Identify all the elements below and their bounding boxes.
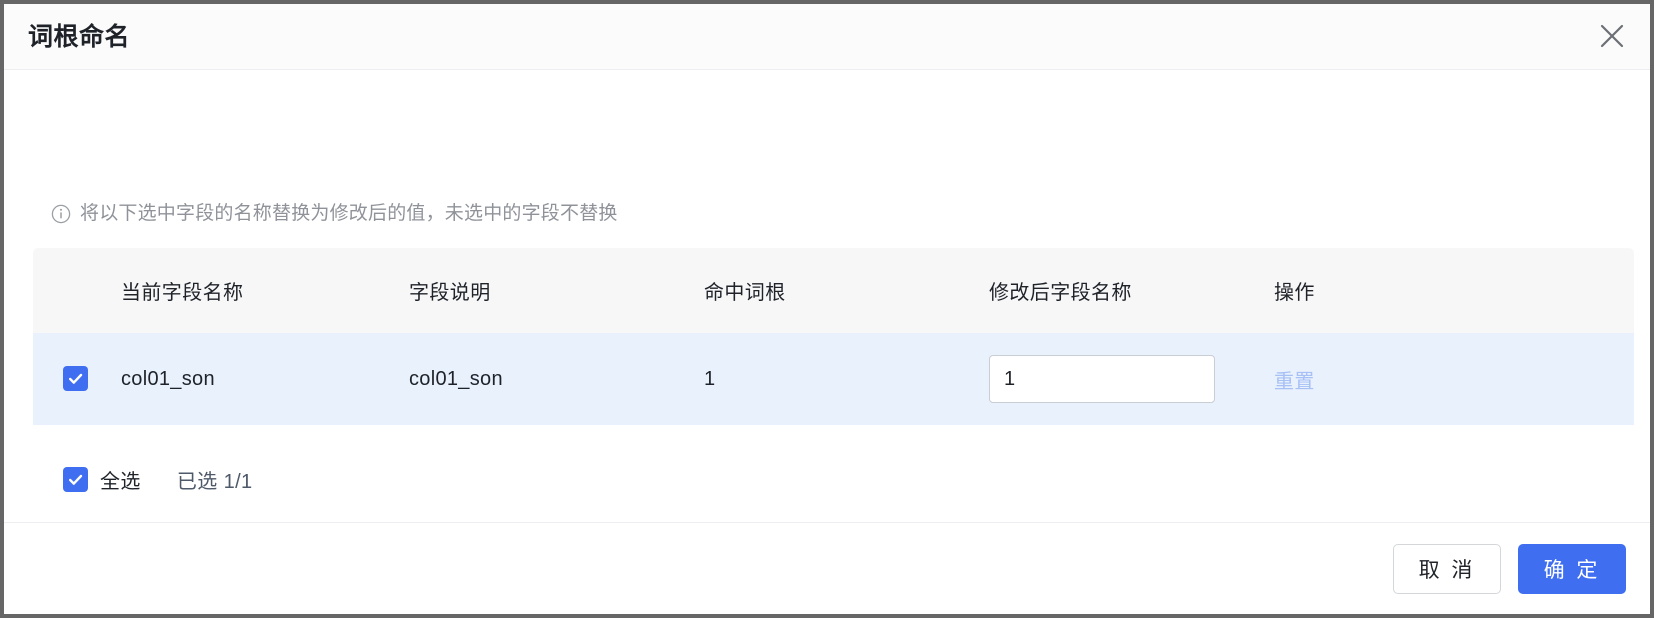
column-header-new-name: 修改后字段名称 [989, 282, 1132, 304]
row-checkbox-cell [33, 333, 121, 425]
select-all-label: 全选 [100, 470, 141, 493]
info-banner: 将以下选中字段的名称替换为修改后的值，未选中的字段不替换 [51, 202, 618, 226]
selected-count-label: 已选 1/1 [176, 470, 253, 493]
cell-new-name [989, 333, 1274, 425]
close-icon[interactable] [1592, 16, 1632, 56]
column-header-current-name: 当前字段名称 [121, 282, 244, 304]
column-header-checkbox [33, 248, 121, 333]
column-header-operation: 操作 [1274, 282, 1315, 304]
confirm-button[interactable]: 确 定 [1518, 543, 1626, 594]
dialog-footer: 取 消 确 定 [4, 522, 1650, 614]
word-root-naming-dialog: 词根命名 将以下选中字段的名称替换为修改后的值，未选中的字段不替换 当前字段名称… [4, 4, 1650, 614]
cell-description: col01_son [409, 367, 503, 390]
screenshot-root: 词根命名 将以下选中字段的名称替换为修改后的值，未选中的字段不替换 当前字段名称… [0, 0, 1654, 618]
table-row: col01_son col01_son 1 重置 [33, 333, 1634, 425]
cell-hit-root: 1 [704, 367, 716, 390]
cell-operation: 重置 [1274, 333, 1634, 425]
table-header-row: 当前字段名称 字段说明 命中词根 修改后字段名称 操作 [33, 248, 1634, 333]
cell-current-name: col01_son [121, 367, 215, 390]
column-header-hit-root: 命中词根 [704, 282, 786, 304]
dialog-title: 词根命名 [28, 23, 131, 51]
new-field-name-input[interactable] [989, 355, 1215, 403]
dialog-header: 词根命名 [4, 4, 1650, 70]
column-header-description: 字段说明 [409, 282, 491, 304]
reset-link[interactable]: 重置 [1274, 371, 1315, 393]
row-select-checkbox[interactable] [63, 365, 88, 391]
dialog-body: 将以下选中字段的名称替换为修改后的值，未选中的字段不替换 当前字段名称 字段说明… [4, 70, 1650, 525]
select-all-checkbox[interactable] [63, 466, 88, 492]
info-text: 将以下选中字段的名称替换为修改后的值，未选中的字段不替换 [80, 203, 618, 224]
fields-table: 当前字段名称 字段说明 命中词根 修改后字段名称 操作 col01_son co… [33, 248, 1634, 425]
info-circle-icon [51, 204, 71, 224]
cancel-button[interactable]: 取 消 [1393, 543, 1501, 594]
select-all-bar: 全选 已选 1/1 [33, 433, 1634, 525]
